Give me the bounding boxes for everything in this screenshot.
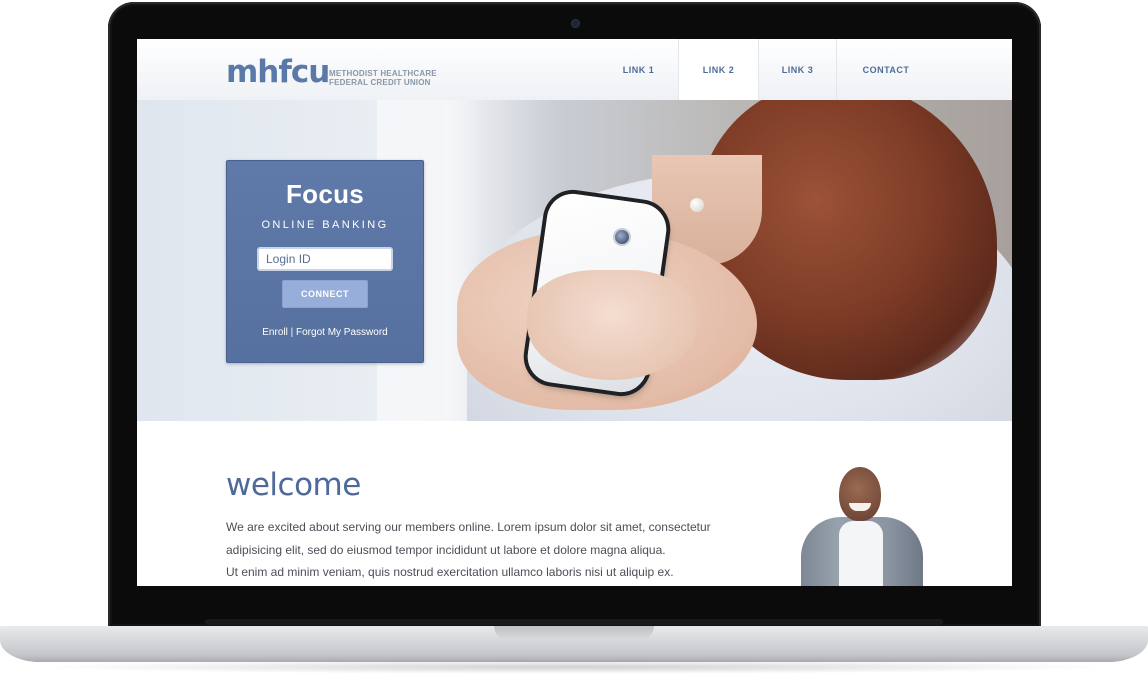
laptop-notch — [494, 626, 654, 640]
welcome-line-3: Ut enim ad minim veniam, quis nostrud ex… — [226, 565, 674, 579]
hero-fingers — [527, 270, 697, 380]
nav-contact[interactable]: CONTACT — [836, 39, 935, 100]
logo-subtitle-line2: FEDERAL CREDIT UNION — [329, 78, 431, 87]
login-id-input[interactable] — [257, 247, 393, 271]
logo-subtitle: METHODIST HEALTHCARE FEDERAL CREDIT UNIO… — [329, 69, 439, 87]
connect-button[interactable]: CONNECT — [282, 280, 368, 308]
laptop-hinge — [205, 619, 943, 625]
logo-subtitle-line1: METHODIST HEALTHCARE — [329, 69, 437, 78]
welcome-line-1: We are excited about serving our members… — [226, 520, 711, 534]
member-shirt — [839, 521, 883, 586]
link-separator: | — [290, 327, 294, 338]
enroll-link[interactable]: Enroll — [262, 327, 288, 338]
login-title: Focus — [285, 179, 365, 209]
laptop-shadow — [30, 660, 1118, 674]
welcome-heading: welcome — [226, 467, 361, 503]
webcam-icon — [572, 20, 579, 27]
browser-screen: mhfcu METHODIST HEALTHCARE FEDERAL CREDI… — [137, 39, 1012, 586]
site-header: mhfcu METHODIST HEALTHCARE FEDERAL CREDI… — [137, 39, 1012, 101]
member-head — [839, 467, 881, 521]
member-photo — [797, 465, 927, 586]
phone-camera-icon — [615, 230, 629, 244]
login-links: Enroll | Forgot My Password — [227, 327, 423, 338]
login-subtitle: ONLINE BANKING — [261, 219, 389, 231]
welcome-paragraph: We are excited about serving our members… — [226, 516, 726, 584]
site-logo[interactable]: mhfcu — [226, 55, 330, 89]
welcome-line-2: adipisicing elit, sed do eiusmod tempor … — [226, 542, 666, 557]
hero-pendant — [690, 198, 704, 212]
nav-link-3[interactable]: LINK 3 — [758, 39, 836, 100]
forgot-password-link[interactable]: Forgot My Password — [296, 327, 388, 338]
nav-link-1[interactable]: LINK 1 — [599, 39, 678, 100]
main-nav: LINK 1 LINK 2 LINK 3 CONTACT — [599, 39, 935, 100]
login-panel: Focus ONLINE BANKING CONNECT Enroll | Fo… — [226, 160, 424, 363]
nav-link-2[interactable]: LINK 2 — [678, 39, 758, 100]
